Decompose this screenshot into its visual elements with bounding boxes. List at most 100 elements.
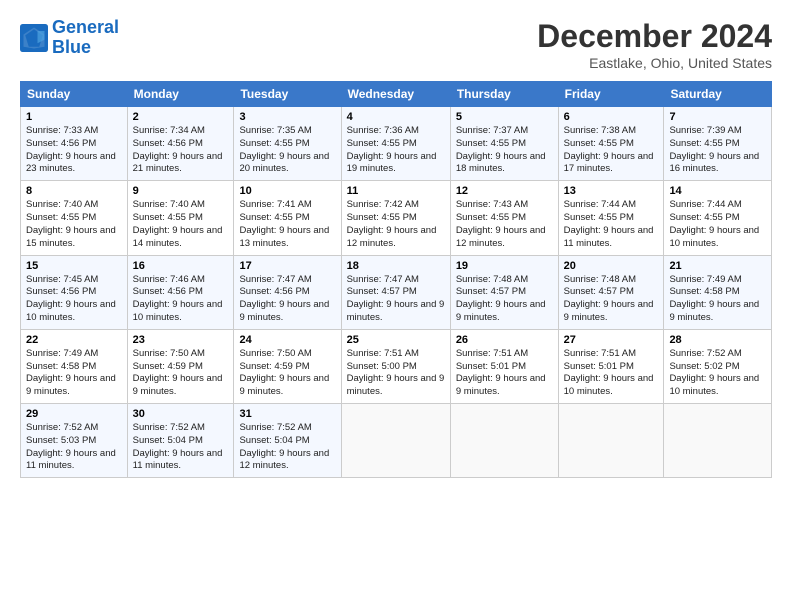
- day-cell: [341, 404, 450, 478]
- day-info: Sunrise: 7:44 AMSunset: 4:55 PMDaylight:…: [669, 199, 766, 250]
- day-cell: 1 Sunrise: 7:33 AMSunset: 4:56 PMDaylight…: [21, 107, 128, 181]
- day-number: 8: [26, 185, 122, 197]
- day-cell: 30 Sunrise: 7:52 AMSunset: 5:04 PMDayligh…: [127, 404, 234, 478]
- day-number: 19: [456, 260, 553, 272]
- day-info: Sunrise: 7:40 AMSunset: 4:55 PMDaylight:…: [26, 199, 122, 250]
- day-cell: [558, 404, 664, 478]
- day-number: 13: [564, 185, 659, 197]
- weekday-monday: Monday: [127, 82, 234, 107]
- day-number: 23: [133, 334, 229, 346]
- day-cell: 31 Sunrise: 7:52 AMSunset: 5:04 PMDayligh…: [234, 404, 341, 478]
- day-cell: 27 Sunrise: 7:51 AMSunset: 5:01 PMDayligh…: [558, 329, 664, 403]
- day-info: Sunrise: 7:51 AMSunset: 5:01 PMDaylight:…: [456, 348, 553, 399]
- day-cell: 19Sunrise: 7:48 AMSunset: 4:57 PMDayligh…: [450, 255, 558, 329]
- day-cell: 4 Sunrise: 7:36 AMSunset: 4:55 PMDaylight…: [341, 107, 450, 181]
- day-cell: 5 Sunrise: 7:37 AMSunset: 4:55 PMDaylight…: [450, 107, 558, 181]
- day-cell: 3 Sunrise: 7:35 AMSunset: 4:55 PMDaylight…: [234, 107, 341, 181]
- day-info: Sunrise: 7:34 AMSunset: 4:56 PMDaylight:…: [133, 125, 229, 176]
- day-info: Sunrise: 7:40 AMSunset: 4:55 PMDaylight:…: [133, 199, 229, 250]
- week-row-2: 8 Sunrise: 7:40 AMSunset: 4:55 PMDaylight…: [21, 181, 772, 255]
- day-cell: 25 Sunrise: 7:51 AMSunset: 5:00 PMDayligh…: [341, 329, 450, 403]
- day-info: Sunrise: 7:41 AMSunset: 4:55 PMDaylight:…: [239, 199, 335, 250]
- day-cell: [664, 404, 772, 478]
- day-number: 16: [133, 260, 229, 272]
- weekday-wednesday: Wednesday: [341, 82, 450, 107]
- day-number: 1: [26, 111, 122, 123]
- day-cell: [450, 404, 558, 478]
- day-number: 4: [347, 111, 445, 123]
- day-info: Sunrise: 7:49 AMSunset: 4:58 PMDaylight:…: [26, 348, 122, 399]
- calendar-table: SundayMondayTuesdayWednesdayThursdayFrid…: [20, 81, 772, 478]
- header: General Blue December 2024 Eastlake, Ohi…: [20, 18, 772, 71]
- day-cell: 9 Sunrise: 7:40 AMSunset: 4:55 PMDaylight…: [127, 181, 234, 255]
- day-cell: 17 Sunrise: 7:47 AMSunset: 4:56 PMDayligh…: [234, 255, 341, 329]
- day-number: 11: [347, 185, 445, 197]
- day-number: 17: [239, 260, 335, 272]
- day-cell: 28Sunrise: 7:52 AMSunset: 5:02 PMDayligh…: [664, 329, 772, 403]
- day-number: 30: [133, 408, 229, 420]
- day-info: Sunrise: 7:51 AMSunset: 5:01 PMDaylight:…: [564, 348, 659, 399]
- day-number: 12: [456, 185, 553, 197]
- day-cell: 22 Sunrise: 7:49 AMSunset: 4:58 PMDayligh…: [21, 329, 128, 403]
- day-number: 10: [239, 185, 335, 197]
- logo-text: General Blue: [52, 18, 119, 58]
- day-info: Sunrise: 7:47 AMSunset: 4:56 PMDaylight:…: [239, 274, 335, 325]
- day-info: Sunrise: 7:37 AMSunset: 4:55 PMDaylight:…: [456, 125, 553, 176]
- week-row-1: 1 Sunrise: 7:33 AMSunset: 4:56 PMDaylight…: [21, 107, 772, 181]
- day-info: Sunrise: 7:48 AMSunset: 4:57 PMDaylight:…: [564, 274, 659, 325]
- day-number: 3: [239, 111, 335, 123]
- day-info: Sunrise: 7:35 AMSunset: 4:55 PMDaylight:…: [239, 125, 335, 176]
- day-number: 25: [347, 334, 445, 346]
- month-title: December 2024: [537, 18, 772, 55]
- day-cell: 2 Sunrise: 7:34 AMSunset: 4:56 PMDaylight…: [127, 107, 234, 181]
- weekday-sunday: Sunday: [21, 82, 128, 107]
- title-block: December 2024 Eastlake, Ohio, United Sta…: [537, 18, 772, 71]
- day-cell: 24 Sunrise: 7:50 AMSunset: 4:59 PMDayligh…: [234, 329, 341, 403]
- day-info: Sunrise: 7:49 AMSunset: 4:58 PMDaylight:…: [669, 274, 766, 325]
- day-number: 15: [26, 260, 122, 272]
- day-number: 29: [26, 408, 122, 420]
- day-info: Sunrise: 7:52 AMSunset: 5:03 PMDaylight:…: [26, 422, 122, 473]
- weekday-tuesday: Tuesday: [234, 82, 341, 107]
- week-row-3: 15Sunrise: 7:45 AMSunset: 4:56 PMDayligh…: [21, 255, 772, 329]
- day-number: 9: [133, 185, 229, 197]
- day-info: Sunrise: 7:36 AMSunset: 4:55 PMDaylight:…: [347, 125, 445, 176]
- logo-line2: Blue: [52, 37, 91, 57]
- day-number: 27: [564, 334, 659, 346]
- day-cell: 13 Sunrise: 7:44 AMSunset: 4:55 PMDayligh…: [558, 181, 664, 255]
- day-cell: 21 Sunrise: 7:49 AMSunset: 4:58 PMDayligh…: [664, 255, 772, 329]
- day-number: 20: [564, 260, 659, 272]
- day-info: Sunrise: 7:50 AMSunset: 4:59 PMDaylight:…: [239, 348, 335, 399]
- day-info: Sunrise: 7:43 AMSunset: 4:55 PMDaylight:…: [456, 199, 553, 250]
- day-number: 21: [669, 260, 766, 272]
- day-cell: 29 Sunrise: 7:52 AMSunset: 5:03 PMDayligh…: [21, 404, 128, 478]
- day-cell: 11Sunrise: 7:42 AMSunset: 4:55 PMDayligh…: [341, 181, 450, 255]
- day-number: 22: [26, 334, 122, 346]
- day-info: Sunrise: 7:52 AMSunset: 5:04 PMDaylight:…: [239, 422, 335, 473]
- weekday-header-row: SundayMondayTuesdayWednesdayThursdayFrid…: [21, 82, 772, 107]
- day-info: Sunrise: 7:51 AMSunset: 5:00 PMDaylight:…: [347, 348, 445, 399]
- day-info: Sunrise: 7:33 AMSunset: 4:56 PMDaylight:…: [26, 125, 122, 176]
- weekday-saturday: Saturday: [664, 82, 772, 107]
- page: General Blue December 2024 Eastlake, Ohi…: [0, 0, 792, 612]
- day-number: 24: [239, 334, 335, 346]
- weekday-friday: Friday: [558, 82, 664, 107]
- day-info: Sunrise: 7:50 AMSunset: 4:59 PMDaylight:…: [133, 348, 229, 399]
- logo-line1: General: [52, 17, 119, 37]
- day-cell: 6Sunrise: 7:38 AMSunset: 4:55 PMDaylight…: [558, 107, 664, 181]
- day-number: 31: [239, 408, 335, 420]
- week-row-4: 22 Sunrise: 7:49 AMSunset: 4:58 PMDayligh…: [21, 329, 772, 403]
- day-info: Sunrise: 7:44 AMSunset: 4:55 PMDaylight:…: [564, 199, 659, 250]
- day-info: Sunrise: 7:52 AMSunset: 5:04 PMDaylight:…: [133, 422, 229, 473]
- day-number: 18: [347, 260, 445, 272]
- day-cell: 16Sunrise: 7:46 AMSunset: 4:56 PMDayligh…: [127, 255, 234, 329]
- day-cell: 14 Sunrise: 7:44 AMSunset: 4:55 PMDayligh…: [664, 181, 772, 255]
- day-cell: 10 Sunrise: 7:41 AMSunset: 4:55 PMDayligh…: [234, 181, 341, 255]
- day-number: 2: [133, 111, 229, 123]
- logo-icon: [20, 24, 48, 52]
- day-cell: 7Sunrise: 7:39 AMSunset: 4:55 PMDaylight…: [664, 107, 772, 181]
- day-cell: 12 Sunrise: 7:43 AMSunset: 4:55 PMDayligh…: [450, 181, 558, 255]
- day-number: 14: [669, 185, 766, 197]
- day-number: 5: [456, 111, 553, 123]
- day-info: Sunrise: 7:52 AMSunset: 5:02 PMDaylight:…: [669, 348, 766, 399]
